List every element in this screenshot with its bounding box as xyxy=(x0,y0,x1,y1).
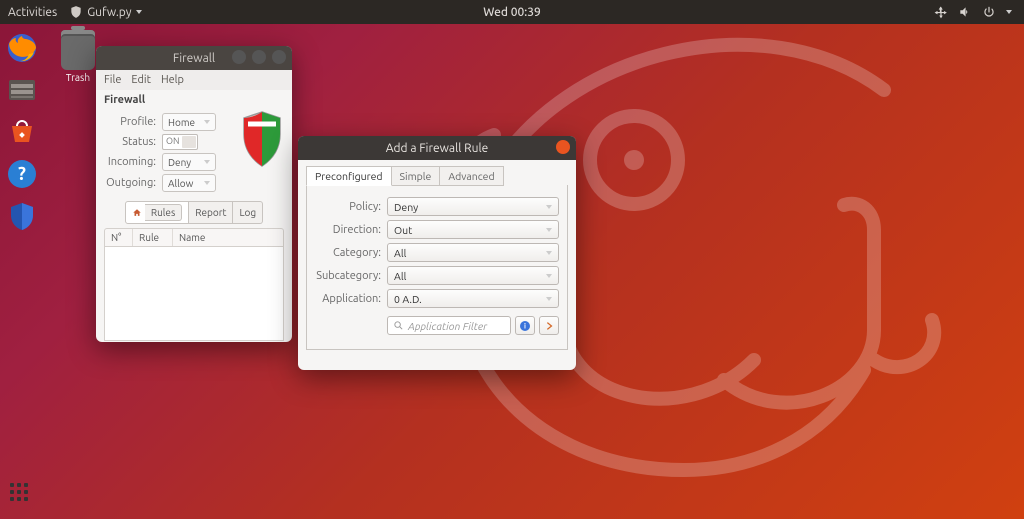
dock-help[interactable]: ? xyxy=(4,156,40,192)
add-rule-dialog: Add a Firewall Rule Preconfigured Simple… xyxy=(298,136,576,370)
direction-label: Direction: xyxy=(315,224,381,236)
maximize-button[interactable] xyxy=(252,50,266,64)
svg-text:i: i xyxy=(524,322,526,330)
tab-preconfigured[interactable]: Preconfigured xyxy=(306,166,392,186)
go-button[interactable] xyxy=(539,316,559,335)
volume-icon[interactable] xyxy=(958,5,972,19)
show-applications-button[interactable] xyxy=(10,483,34,507)
info-icon: i xyxy=(519,320,531,332)
dock-gufw[interactable] xyxy=(4,198,40,234)
chevron-down-icon xyxy=(204,160,210,164)
menu-file[interactable]: File xyxy=(104,74,121,86)
chevron-down-icon xyxy=(546,228,552,232)
tab-advanced[interactable]: Advanced xyxy=(440,166,503,186)
profile-select[interactable]: Home xyxy=(162,113,216,131)
firewall-view-tabs: Rules Report Log xyxy=(104,201,284,224)
chevron-down-icon xyxy=(204,120,210,124)
category-label: Category: xyxy=(315,247,381,259)
status-label: Status: xyxy=(104,136,156,148)
tab-log[interactable]: Log xyxy=(233,201,263,224)
firewall-window: Firewall File Edit Help Firewall Profile… xyxy=(96,46,292,342)
window-titlebar[interactable]: Firewall xyxy=(96,46,292,70)
menu-help[interactable]: Help xyxy=(161,74,184,86)
firewall-heading: Firewall xyxy=(104,94,284,106)
direction-select[interactable]: Out xyxy=(387,220,559,239)
dock-firefox[interactable] xyxy=(4,30,40,66)
col-name[interactable]: Name xyxy=(173,229,283,246)
shield-icon xyxy=(69,5,83,19)
minimize-button[interactable] xyxy=(232,50,246,64)
clock[interactable]: Wed 00:39 xyxy=(483,6,541,19)
trash-icon xyxy=(61,30,95,70)
window-title: Firewall xyxy=(173,52,215,65)
chevron-down-icon xyxy=(136,10,142,14)
chevron-down-icon xyxy=(204,181,210,185)
status-switch[interactable]: ON xyxy=(162,134,198,150)
svg-text:?: ? xyxy=(18,164,26,184)
tab-report[interactable]: Report xyxy=(189,201,233,224)
dialog-title: Add a Firewall Rule xyxy=(386,142,488,155)
application-select[interactable]: 0 A.D. xyxy=(387,289,559,308)
close-button[interactable] xyxy=(556,140,570,154)
chevron-down-icon xyxy=(546,297,552,301)
profile-label: Profile: xyxy=(104,116,156,128)
close-button[interactable] xyxy=(272,50,286,64)
info-button[interactable]: i xyxy=(515,316,535,335)
menu-edit[interactable]: Edit xyxy=(131,74,151,86)
incoming-label: Incoming: xyxy=(104,156,156,168)
desktop-trash[interactable]: Trash xyxy=(56,30,100,83)
dock-software[interactable] xyxy=(4,114,40,150)
policy-label: Policy: xyxy=(315,201,381,213)
network-icon[interactable] xyxy=(934,5,948,19)
tab-simple[interactable]: Simple xyxy=(392,166,441,186)
tab-rules[interactable]: Rules xyxy=(125,201,189,224)
home-icon xyxy=(132,208,142,218)
chevron-right-icon xyxy=(544,321,554,331)
rule-tabs: Preconfigured Simple Advanced xyxy=(306,166,568,186)
menubar: File Edit Help xyxy=(96,70,292,90)
outgoing-select[interactable]: Allow xyxy=(162,174,216,192)
dialog-titlebar[interactable]: Add a Firewall Rule xyxy=(298,136,576,160)
application-label: Application: xyxy=(315,293,381,305)
power-icon[interactable] xyxy=(982,5,996,19)
app-menu-label: Gufw.py xyxy=(87,6,131,19)
top-panel: Activities Gufw.py Wed 00:39 xyxy=(0,0,1024,24)
app-menu[interactable]: Gufw.py xyxy=(69,5,141,19)
search-icon xyxy=(393,320,404,331)
incoming-select[interactable]: Deny xyxy=(162,153,216,171)
chevron-down-icon xyxy=(546,274,552,278)
outgoing-label: Outgoing: xyxy=(104,177,156,189)
dock-files[interactable] xyxy=(4,72,40,108)
col-rule[interactable]: Rule xyxy=(133,229,173,246)
subcategory-label: Subcategory: xyxy=(315,270,381,282)
activities-button[interactable]: Activities xyxy=(8,6,57,19)
shield-icon xyxy=(240,110,284,168)
chevron-down-icon xyxy=(546,251,552,255)
category-select[interactable]: All xyxy=(387,243,559,262)
rules-list-header: N° Rule Name xyxy=(104,228,284,247)
col-no[interactable]: N° xyxy=(105,229,133,246)
rules-list-body[interactable] xyxy=(104,247,284,341)
subcategory-select[interactable]: All xyxy=(387,266,559,285)
chevron-down-icon xyxy=(1006,10,1012,14)
trash-label: Trash xyxy=(66,72,90,83)
dock: ? xyxy=(0,24,44,519)
application-filter-input[interactable]: Application Filter xyxy=(387,316,511,335)
chevron-down-icon xyxy=(546,205,552,209)
policy-select[interactable]: Deny xyxy=(387,197,559,216)
